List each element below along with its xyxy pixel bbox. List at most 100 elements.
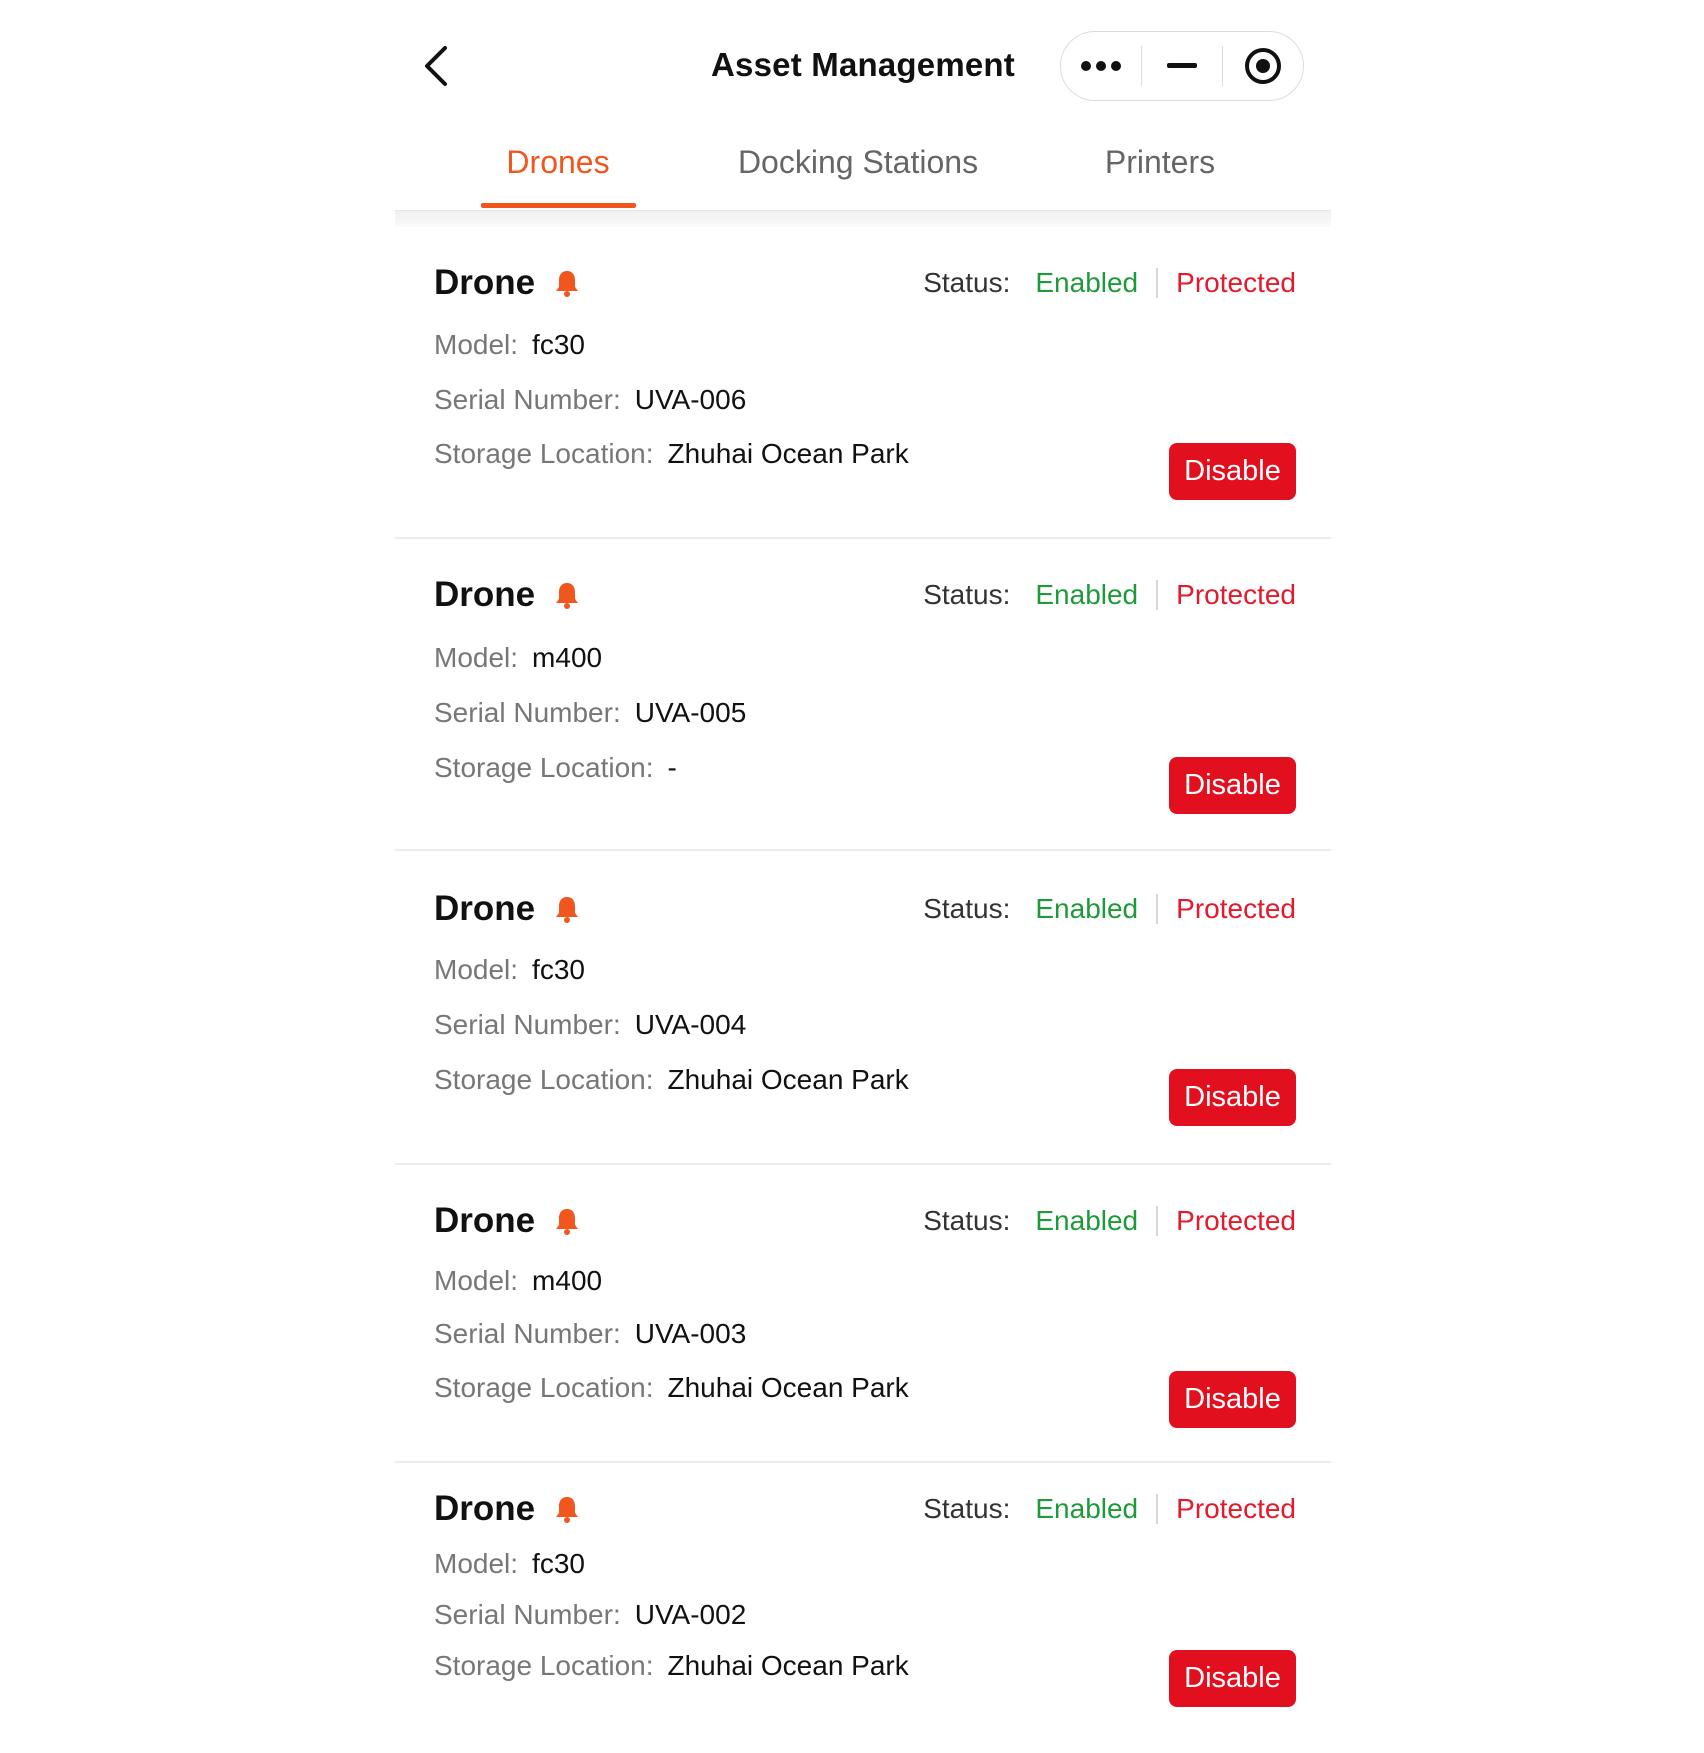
drone-card: Drone Status: Enabled Protected Model: fc…: [395, 1463, 1331, 1753]
card-title: Drone: [434, 889, 536, 928]
serial-field: Serial Number: UVA-004: [434, 1009, 746, 1041]
location-label: Storage Location:: [434, 1372, 654, 1403]
location-label: Storage Location:: [434, 752, 654, 783]
location-value: Zhuhai Ocean Park: [667, 1064, 909, 1095]
location-field: Storage Location: Zhuhai Ocean Park: [434, 438, 909, 470]
status-row: Status: Enabled Protected: [923, 579, 1296, 611]
status-row: Status: Enabled Protected: [923, 1205, 1296, 1237]
status-label: Status:: [923, 893, 1011, 924]
serial-value: UVA-003: [634, 1318, 747, 1349]
status-divider: [1156, 268, 1159, 298]
serial-field: Serial Number: UVA-002: [434, 1599, 746, 1631]
card-title: Drone: [434, 1201, 536, 1240]
status-enabled: Enabled: [1035, 1493, 1139, 1524]
status-protected: Protected: [1176, 267, 1296, 298]
more-button[interactable]: [1061, 32, 1141, 100]
disable-button[interactable]: Disable: [1169, 757, 1296, 814]
app-window: Asset Management Drones Docking Stations…: [395, 0, 1331, 1707]
more-icon: [1080, 61, 1121, 71]
status-row: Status: Enabled Protected: [923, 893, 1296, 925]
model-label: Model:: [434, 1265, 519, 1296]
status-label: Status:: [923, 1493, 1011, 1524]
location-field: Storage Location: Zhuhai Ocean Park: [434, 1064, 909, 1096]
status-row: Status: Enabled Protected: [923, 267, 1296, 299]
bell-icon: [556, 897, 579, 923]
back-button[interactable]: [417, 44, 457, 88]
disable-button[interactable]: Disable: [1169, 1069, 1296, 1126]
status-label: Status:: [923, 579, 1011, 610]
serial-value: UVA-004: [634, 1009, 747, 1040]
serial-label: Serial Number:: [434, 1318, 621, 1349]
minimize-icon: [1167, 63, 1197, 68]
tab-docking-stations[interactable]: Docking Stations: [738, 144, 978, 181]
serial-field: Serial Number: UVA-005: [434, 697, 746, 729]
card-title: Drone: [434, 1489, 536, 1528]
chevron-left-icon: [425, 46, 447, 86]
model-field: Model: fc30: [434, 1548, 585, 1580]
bell-icon: [556, 271, 579, 297]
model-label: Model:: [434, 329, 519, 360]
card-header: Drone: [434, 575, 581, 615]
status-enabled: Enabled: [1035, 579, 1139, 610]
mini-program-capsule: [1060, 31, 1304, 101]
card-header: Drone: [434, 263, 581, 303]
status-protected: Protected: [1176, 893, 1296, 924]
model-value: m400: [532, 1265, 603, 1296]
status-divider: [1156, 894, 1159, 924]
model-value: fc30: [532, 954, 585, 985]
card-title: Drone: [434, 575, 536, 614]
card-title: Drone: [434, 263, 536, 302]
serial-field: Serial Number: UVA-003: [434, 1318, 746, 1350]
model-field: Model: m400: [434, 642, 602, 674]
location-field: Storage Location: Zhuhai Ocean Park: [434, 1372, 909, 1404]
model-value: fc30: [532, 329, 585, 360]
status-enabled: Enabled: [1035, 267, 1139, 298]
location-value: Zhuhai Ocean Park: [667, 438, 909, 469]
disable-button[interactable]: Disable: [1169, 1650, 1296, 1707]
active-tab-indicator: [481, 203, 636, 208]
tab-bar: Drones Docking Stations Printers: [395, 130, 1331, 211]
card-header: Drone: [434, 889, 581, 929]
status-enabled: Enabled: [1035, 1205, 1139, 1236]
location-label: Storage Location:: [434, 1650, 654, 1681]
model-label: Model:: [434, 1548, 519, 1579]
drone-card: Drone Status: Enabled Protected Model: m4…: [395, 539, 1331, 851]
card-header: Drone: [434, 1489, 581, 1529]
bell-icon: [556, 1209, 579, 1235]
serial-value: UVA-002: [634, 1599, 747, 1630]
status-row: Status: Enabled Protected: [923, 1493, 1296, 1525]
status-enabled: Enabled: [1035, 893, 1139, 924]
drone-list: Drone Status: Enabled Protected Model: fc…: [395, 227, 1331, 1753]
tab-drones[interactable]: Drones: [506, 144, 609, 181]
status-label: Status:: [923, 267, 1011, 298]
serial-label: Serial Number:: [434, 1009, 621, 1040]
status-label: Status:: [923, 1205, 1011, 1236]
status-protected: Protected: [1176, 1493, 1296, 1524]
model-field: Model: m400: [434, 1265, 602, 1297]
location-field: Storage Location: -: [434, 752, 677, 784]
serial-value: UVA-005: [634, 697, 747, 728]
serial-label: Serial Number:: [434, 1599, 621, 1630]
status-protected: Protected: [1176, 579, 1296, 610]
model-field: Model: fc30: [434, 954, 585, 986]
tab-printers[interactable]: Printers: [1105, 144, 1215, 181]
close-target-button[interactable]: [1223, 32, 1303, 100]
location-field: Storage Location: Zhuhai Ocean Park: [434, 1650, 909, 1682]
header: Asset Management: [395, 0, 1331, 130]
disable-button[interactable]: Disable: [1169, 443, 1296, 500]
serial-label: Serial Number:: [434, 384, 621, 415]
serial-label: Serial Number:: [434, 697, 621, 728]
serial-field: Serial Number: UVA-006: [434, 384, 746, 416]
model-label: Model:: [434, 954, 519, 985]
list-top-gap: [395, 211, 1331, 227]
bell-icon: [556, 583, 579, 609]
location-value: Zhuhai Ocean Park: [667, 1372, 909, 1403]
model-label: Model:: [434, 642, 519, 673]
card-header: Drone: [434, 1201, 581, 1241]
model-value: m400: [532, 642, 603, 673]
location-label: Storage Location:: [434, 1064, 654, 1095]
minimize-button[interactable]: [1142, 32, 1222, 100]
disable-button[interactable]: Disable: [1169, 1371, 1296, 1428]
bell-icon: [556, 1497, 579, 1523]
location-label: Storage Location:: [434, 438, 654, 469]
